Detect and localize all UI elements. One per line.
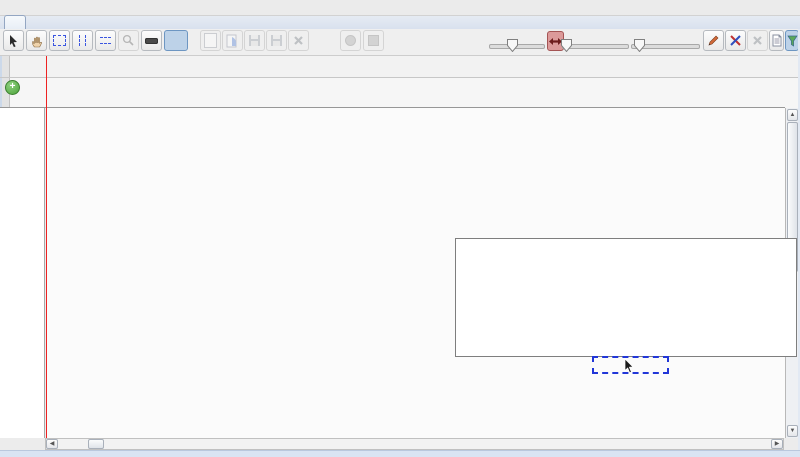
fft-selection-rect[interactable] [592, 356, 669, 374]
save-button[interactable] [244, 30, 265, 51]
save-all-button[interactable] [266, 30, 287, 51]
channel-height-thumb[interactable] [634, 39, 645, 52]
tag-settings-button[interactable] [725, 30, 746, 51]
pointer-tool-button[interactable] [3, 30, 24, 51]
pointer-icon [7, 34, 20, 48]
box-select-button[interactable] [49, 30, 70, 51]
tab-bar [0, 16, 800, 30]
zoom-tool-button[interactable] [118, 30, 139, 51]
funnel-icon [787, 35, 798, 47]
horizontal-select-icon [100, 37, 111, 44]
scroll-down-button[interactable]: ▼ [787, 425, 798, 437]
pan-tool-button[interactable] [26, 30, 47, 51]
delete-tag-button[interactable] [747, 30, 768, 51]
hypnogram-strip[interactable] [0, 55, 800, 78]
timeline-ruler[interactable] [46, 78, 785, 108]
record-icon [345, 35, 356, 46]
horizontal-select-button[interactable] [95, 30, 116, 51]
toolbar [0, 29, 800, 56]
close-x-icon [293, 35, 304, 46]
filter-button[interactable] [785, 30, 799, 51]
magnifier-icon [122, 34, 135, 47]
clear-selection-button[interactable] [200, 30, 221, 51]
horizontal-scrollbar[interactable]: ◀ ▶ [45, 438, 784, 450]
pencil-icon [707, 34, 720, 47]
tag-timeline-row: + [0, 78, 800, 108]
note-page-icon [772, 34, 782, 47]
floppy-icon [248, 34, 261, 47]
horizontal-scroll-thumb[interactable] [88, 439, 104, 449]
vertical-select-icon [79, 35, 86, 46]
slider-thumb-icon [507, 39, 518, 52]
app-window: + ▲ ▼ ◀ ▶ [0, 0, 800, 457]
window-bottom-frame [0, 450, 800, 457]
menu-bar [0, 0, 800, 16]
stop-button[interactable] [363, 30, 384, 51]
add-tag-button[interactable]: + [5, 80, 20, 95]
floppy-multi-icon [270, 34, 283, 47]
splitter-strip[interactable] [0, 56, 10, 77]
tools-cross-icon [729, 34, 742, 47]
blank-page-icon [204, 33, 217, 48]
notes-button[interactable] [769, 30, 784, 51]
time-cursor-line [46, 56, 47, 438]
close-file-button[interactable] [288, 30, 309, 51]
measure-tool-button[interactable] [141, 30, 162, 51]
tab-inb05[interactable] [4, 15, 26, 29]
vertical-select-button[interactable] [72, 30, 93, 51]
mouse-cursor-icon [624, 358, 635, 374]
scroll-right-button[interactable]: ▶ [771, 439, 783, 449]
fft-popup [455, 238, 797, 357]
value-scale-slider[interactable] [562, 44, 629, 49]
ruler-icon [145, 38, 158, 44]
delete-x-icon [752, 35, 763, 46]
scroll-left-button[interactable]: ◀ [46, 439, 58, 449]
time-scale-thumb[interactable] [507, 39, 518, 52]
hand-icon [30, 34, 44, 48]
slider-thumb-icon [561, 39, 572, 52]
channel-label-panel [0, 108, 45, 438]
slider-thumb-icon [634, 39, 645, 52]
box-select-icon [53, 35, 66, 46]
record-button[interactable] [340, 30, 361, 51]
fft-button[interactable] [164, 30, 188, 51]
scroll-up-button[interactable]: ▲ [787, 109, 798, 121]
page-blue-icon [226, 34, 239, 48]
fft-chart [456, 239, 796, 356]
stop-icon [368, 35, 379, 46]
edit-tag-button[interactable] [703, 30, 724, 51]
value-scale-thumb[interactable] [561, 39, 572, 52]
duplicate-view-button[interactable] [222, 30, 243, 51]
